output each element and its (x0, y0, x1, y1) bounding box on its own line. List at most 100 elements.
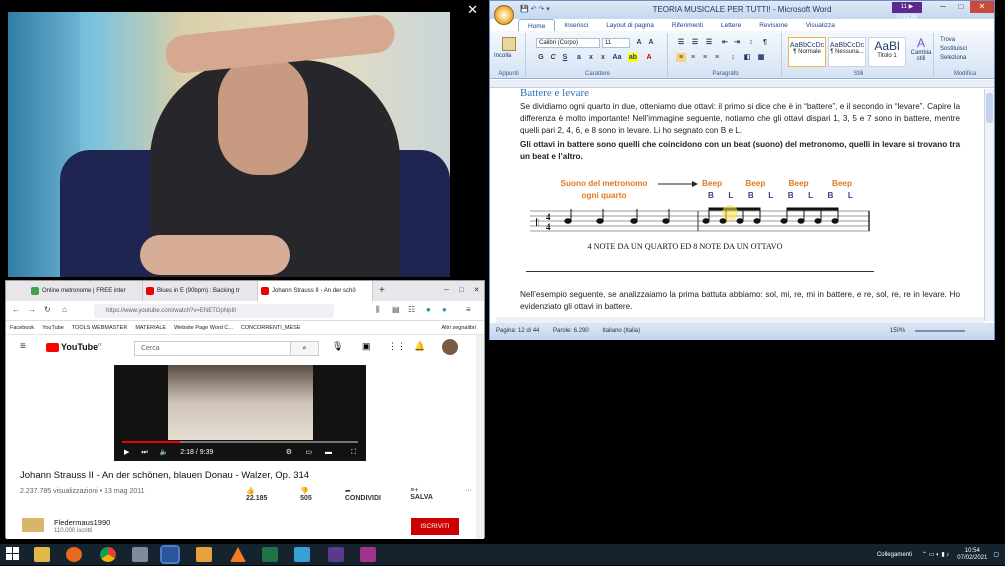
bookmark-tools-webmaster[interactable]: TOOLS WEBMASTER (72, 321, 128, 334)
channel-avatar[interactable] (22, 518, 44, 532)
style-heading-1[interactable]: AaBl Titolo 1 (868, 37, 906, 67)
replace-button[interactable]: Sostituisci (940, 45, 967, 54)
find-button[interactable]: Trova (940, 36, 967, 45)
clock[interactable]: 10:54 07/02/2021 (957, 548, 987, 562)
file-explorer-icon[interactable] (34, 547, 50, 562)
theater-icon[interactable]: ▬ (325, 445, 332, 461)
vlc-icon[interactable] (230, 547, 246, 562)
document-page[interactable]: Battere e levare Se dividiamo ogni quart… (496, 87, 984, 321)
browser-tab-active[interactable]: Johann Strauss II - An der schö (258, 281, 373, 301)
word-taskbar-icon[interactable] (160, 545, 180, 564)
close-icon[interactable]: ✕ (469, 281, 484, 301)
new-tab-icon[interactable]: + (373, 281, 385, 301)
settings-icon[interactable]: ⚙ (286, 445, 292, 461)
multilevel-list-icon[interactable]: ☰ (704, 38, 714, 47)
style-no-spacing[interactable]: AaBbCcDc ¶ Nessuna... (828, 37, 866, 67)
status-words[interactable]: Parole: 6.290 (553, 328, 589, 334)
justify-icon[interactable]: ≡ (712, 53, 722, 62)
maximize-icon[interactable]: □ (454, 281, 469, 301)
change-styles-button[interactable]: A Cambia stili (910, 36, 932, 62)
dislike-button[interactable]: 👎 505 (300, 487, 333, 502)
forward-icon[interactable]: → (28, 305, 36, 314)
maximize-icon[interactable]: □ (952, 1, 970, 13)
style-normal[interactable]: AaBbCcDc ¶ Normale (788, 37, 826, 67)
align-right-icon[interactable]: ≡ (700, 53, 710, 62)
extension-icon[interactable]: ● (426, 305, 431, 314)
menu-icon[interactable]: ≡ (466, 305, 471, 314)
subscribe-button[interactable]: ISCRIVITI (411, 518, 459, 535)
microphone-icon[interactable]: 🎙 (332, 341, 343, 352)
volume-icon[interactable]: 🔈 (160, 449, 169, 456)
zoom-slider[interactable] (915, 330, 965, 332)
browser-tab[interactable]: Online metronome | FREE inter (28, 281, 143, 301)
highlight-icon[interactable]: ab (628, 53, 638, 62)
firefox-icon[interactable] (66, 547, 82, 562)
next-icon[interactable]: ⏭ (141, 449, 147, 456)
bookmark-materiale[interactable]: MATERIALE (135, 321, 166, 334)
share-button[interactable]: ➦ CONDIVIDI (345, 487, 398, 502)
notifications-icon[interactable]: 🔔 (414, 341, 425, 352)
url-bar[interactable]: https://www.youtube.com/watch?v=ENETOpNp… (94, 304, 334, 318)
numbering-icon[interactable]: ☰ (690, 38, 700, 47)
bullets-icon[interactable]: ☰ (676, 38, 686, 47)
shrink-font-icon[interactable]: A (646, 38, 656, 47)
minimize-icon[interactable]: ─ (439, 281, 454, 301)
font-color-icon[interactable]: A (644, 53, 654, 62)
youtube-logo[interactable]: YouTubeIT (46, 342, 102, 353)
avatar[interactable] (442, 339, 458, 355)
browser-scrollbar[interactable] (476, 335, 484, 539)
status-zoom[interactable]: 150% (890, 323, 905, 340)
hamburger-icon[interactable]: ≡ (20, 341, 26, 352)
recorder-icon[interactable] (360, 547, 376, 562)
app-icon[interactable] (294, 547, 310, 562)
browser-tab[interactable]: Blues in E (90bpm) : Backing tr (143, 281, 258, 301)
app-icon[interactable] (132, 547, 148, 562)
line-spacing-icon[interactable]: ↕ (728, 53, 738, 62)
tray-icons[interactable]: ⌃ ▭ ◐ ▮ ♪ (922, 551, 949, 558)
back-icon[interactable]: ← (12, 305, 20, 314)
minimize-icon[interactable]: ─ (934, 1, 952, 13)
decrease-indent-icon[interactable]: ⇤ (720, 38, 730, 47)
more-icon[interactable]: ··· (465, 487, 472, 502)
increase-indent-icon[interactable]: ⇥ (732, 38, 742, 47)
notifications-icon[interactable]: ▢ (993, 551, 999, 558)
save-button[interactable]: ≡+ SALVA (410, 487, 453, 502)
network-label[interactable]: Collegamenti (877, 552, 912, 558)
apps-icon[interactable]: ⋮⋮ (388, 341, 406, 352)
app-icon[interactable] (328, 547, 344, 562)
status-page[interactable]: Pagina: 12 di 44 (496, 328, 539, 334)
channel-name[interactable]: Fledermaus1990 (54, 518, 110, 527)
bookmark-facebook[interactable]: Facebook (10, 321, 34, 334)
video-progress-bar[interactable] (122, 441, 358, 443)
status-language[interactable]: Italiano (Italia) (602, 328, 640, 334)
bookmark-other[interactable]: Altri segnalibri (441, 321, 476, 334)
media-player-icon[interactable] (196, 547, 212, 562)
fullscreen-icon[interactable]: ⛶ (351, 445, 356, 461)
align-center-icon[interactable]: ≡ (688, 53, 698, 62)
superscript-icon[interactable]: x (598, 53, 608, 62)
webcam-close-icon[interactable]: ✕ (467, 2, 478, 18)
italic-icon[interactable]: C (548, 53, 558, 62)
extension-icon[interactable]: ● (442, 305, 447, 314)
excel-icon[interactable] (262, 547, 278, 562)
bold-icon[interactable]: G (536, 53, 546, 62)
pilcrow-icon[interactable]: ¶ (760, 38, 770, 47)
sort-icon[interactable]: ↕ (746, 38, 756, 47)
subscript-icon[interactable]: x (586, 53, 596, 62)
chrome-icon[interactable] (100, 547, 116, 562)
like-button[interactable]: 👍 22.185 (246, 487, 288, 502)
vertical-scroll-thumb[interactable] (986, 93, 993, 123)
paste-label[interactable]: Incolla (494, 53, 511, 59)
align-left-icon[interactable]: ≡ (676, 53, 686, 62)
bookmark-website-page[interactable]: Website Page Word C... (174, 321, 233, 334)
office-button[interactable] (494, 5, 514, 25)
bookmark-youtube[interactable]: YouTube (42, 321, 64, 334)
change-case-icon[interactable]: Aa (612, 53, 622, 62)
windows-start-icon[interactable] (6, 547, 20, 561)
underline-icon[interactable]: S (560, 53, 570, 62)
grow-font-icon[interactable]: A (634, 38, 644, 47)
video-player[interactable]: ▶ ⏭ 🔈 2:18 / 9:39 ⚙ ▭ ▬ ⛶ (114, 365, 366, 461)
home-icon[interactable]: ⌂ (62, 305, 67, 314)
reload-icon[interactable]: ↻ (44, 305, 51, 314)
vertical-scrollbar[interactable] (984, 89, 994, 321)
